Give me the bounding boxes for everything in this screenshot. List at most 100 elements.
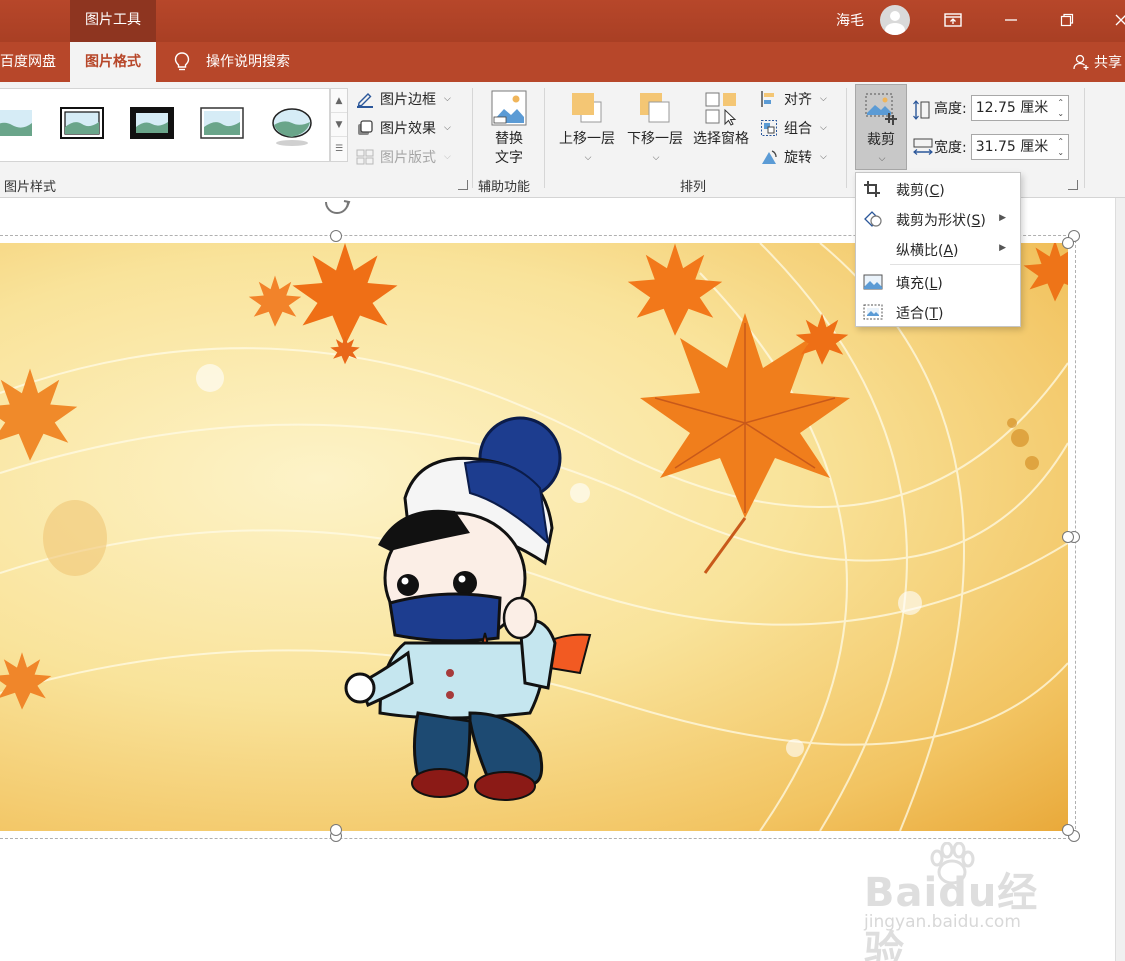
size-dialog-launcher-icon[interactable] — [1068, 180, 1078, 190]
bring-forward-button[interactable]: 上移一层 ⌵ — [556, 88, 618, 168]
avatar[interactable] — [880, 5, 910, 35]
width-input[interactable]: 31.75 厘米 ⌃ ⌄ — [970, 134, 1069, 160]
menu-item-crop[interactable]: 裁剪(C) — [856, 174, 1020, 204]
picture-border-label: 图片边框 — [380, 92, 436, 108]
alt-text-label-1: 替换 — [495, 131, 523, 147]
selection-pane-button[interactable]: 选择窗格 — [690, 88, 752, 149]
resize-handle-top[interactable] — [330, 230, 342, 242]
baidu-jingyan-watermark: Baidu经验 jingyan.baidu.com — [864, 842, 1064, 961]
share-button[interactable]: 共享 — [1072, 52, 1122, 72]
width-field: 宽度: 31.75 厘米 ⌃ ⌄ — [912, 134, 1069, 160]
submenu-arrow-icon: ▶ — [999, 213, 1006, 223]
picture-border-button[interactable]: 图片边框 ⌵ — [356, 87, 451, 111]
tab-baidu-netdisk[interactable]: 百度网盘 — [0, 42, 68, 82]
height-value: 12.75 厘米 — [975, 100, 1049, 116]
picture-layout-button[interactable]: 图片版式 ⌵ — [356, 145, 451, 169]
group-label-picture-styles: 图片样式 — [4, 180, 57, 195]
style-thumb-4[interactable] — [200, 107, 244, 139]
height-label: 高度: — [934, 101, 967, 117]
menu-item-fit[interactable]: 适合(T) — [856, 297, 1020, 327]
height-input[interactable]: 12.75 厘米 ⌃ ⌄ — [970, 95, 1069, 121]
watermark-url: jingyan.baidu.com — [864, 912, 1021, 932]
selection-pane-label: 选择窗格 — [693, 131, 749, 147]
gallery-up-icon[interactable]: ▲ — [331, 89, 347, 113]
alt-text-button[interactable]: 替换 文字 — [484, 88, 534, 168]
width-value: 31.75 厘米 — [975, 139, 1049, 155]
bring-forward-dropdown-icon[interactable]: ⌵ — [558, 149, 618, 168]
restore-icon[interactable] — [1052, 8, 1082, 32]
group-separator — [472, 88, 473, 188]
rotate-button[interactable]: 旋转 ⌵ — [760, 145, 827, 169]
bring-forward-icon — [569, 90, 605, 126]
crop-small-icon — [863, 180, 881, 198]
send-backward-icon — [637, 90, 673, 126]
crop-dropdown-icon[interactable]: ⌵ — [858, 150, 906, 169]
rotate-handle-icon[interactable] — [322, 198, 352, 214]
send-backward-button[interactable]: 下移一层 ⌵ — [624, 88, 686, 168]
picture-layout-label: 图片版式 — [380, 150, 436, 166]
watermark-brand: Baidu经验 — [864, 870, 1039, 961]
tell-me-search[interactable]: 操作说明搜索 — [194, 42, 302, 82]
user-name[interactable]: 海毛 — [836, 10, 864, 30]
picture-effects-label: 图片效果 — [380, 121, 436, 137]
lightbulb-icon[interactable] — [172, 51, 192, 73]
fit-icon — [863, 303, 883, 321]
styles-dialog-launcher-icon[interactable] — [458, 180, 468, 190]
close-icon[interactable] — [1106, 8, 1125, 32]
tab-picture-format[interactable]: 图片格式 — [70, 42, 156, 82]
width-spinner-icon[interactable]: ⌃ ⌄ — [1056, 136, 1066, 158]
crop-dropdown-menu: 裁剪(C) 裁剪为形状(S) ▶ 纵横比(A) ▶ 填充(L) 适合(T) — [855, 172, 1021, 327]
group-icon — [760, 119, 778, 137]
person-add-icon — [1073, 54, 1089, 70]
ribbon-display-options-icon[interactable] — [938, 8, 968, 32]
alt-text-icon — [491, 90, 527, 126]
fill-icon — [863, 273, 883, 291]
minimize-icon[interactable] — [996, 8, 1026, 32]
picture-effects-button[interactable]: 图片效果 ⌵ — [356, 116, 451, 140]
crop-label: 裁剪 — [867, 132, 895, 148]
height-spinner-icon[interactable]: ⌃ ⌄ — [1056, 97, 1066, 119]
height-field: 高度: 12.75 厘米 ⌃ ⌄ — [912, 95, 1069, 121]
gallery-more-icon[interactable]: ☰ — [331, 137, 347, 161]
style-thumb-2[interactable] — [60, 107, 104, 139]
crop-button[interactable]: 裁剪 ⌵ — [855, 84, 907, 170]
crop-handle-top-right[interactable] — [1062, 237, 1074, 249]
group-separator — [846, 88, 847, 188]
picture-styles-gallery — [0, 88, 330, 162]
child-character — [344, 416, 592, 801]
style-thumb-3[interactable] — [130, 107, 174, 139]
width-label: 宽度: — [934, 140, 967, 156]
selected-picture[interactable] — [0, 243, 1068, 831]
rotate-label: 旋转 — [784, 150, 812, 166]
align-button[interactable]: 对齐 ⌵ — [760, 87, 827, 111]
gallery-scroll[interactable]: ▲ ▼ ☰ — [330, 88, 348, 162]
effects-icon — [356, 119, 374, 137]
group-label-arrange: 排列 — [680, 180, 707, 195]
style-thumb-1[interactable] — [0, 107, 34, 139]
selection-pane-icon — [703, 90, 739, 126]
style-thumb-5[interactable] — [270, 107, 314, 146]
menu-item-crop-to-shape[interactable]: 裁剪为形状(S) ▶ — [856, 204, 1020, 234]
menu-item-aspect-ratio[interactable]: 纵横比(A) ▶ — [856, 234, 1020, 264]
rotate-icon — [760, 148, 778, 166]
crop-handle-bottom-right[interactable] — [1062, 824, 1074, 836]
ribbon-tabs: 百度网盘 图片格式 操作说明搜索 共享 — [0, 42, 1125, 82]
crop-handle-bottom[interactable] — [330, 824, 342, 836]
vertical-scrollbar[interactable] — [1115, 198, 1125, 961]
width-icon — [912, 138, 933, 156]
menu-item-fill[interactable]: 填充(L) — [856, 267, 1020, 297]
send-backward-label: 下移一层 — [627, 131, 683, 147]
crop-handle-right[interactable] — [1062, 531, 1074, 543]
picture-tools-tab: 图片工具 — [70, 0, 156, 42]
bring-forward-label: 上移一层 — [559, 131, 615, 147]
submenu-arrow-icon: ▶ — [999, 243, 1006, 253]
send-backward-dropdown-icon[interactable]: ⌵ — [626, 149, 686, 168]
pencil-border-icon — [356, 90, 374, 108]
menu-separator — [890, 264, 1020, 265]
align-label: 对齐 — [784, 92, 812, 108]
group-button[interactable]: 组合 ⌵ — [760, 116, 827, 140]
autumn-illustration — [0, 243, 1068, 831]
group-separator — [1084, 88, 1085, 188]
align-icon — [760, 90, 778, 108]
gallery-down-icon[interactable]: ▼ — [331, 113, 347, 137]
